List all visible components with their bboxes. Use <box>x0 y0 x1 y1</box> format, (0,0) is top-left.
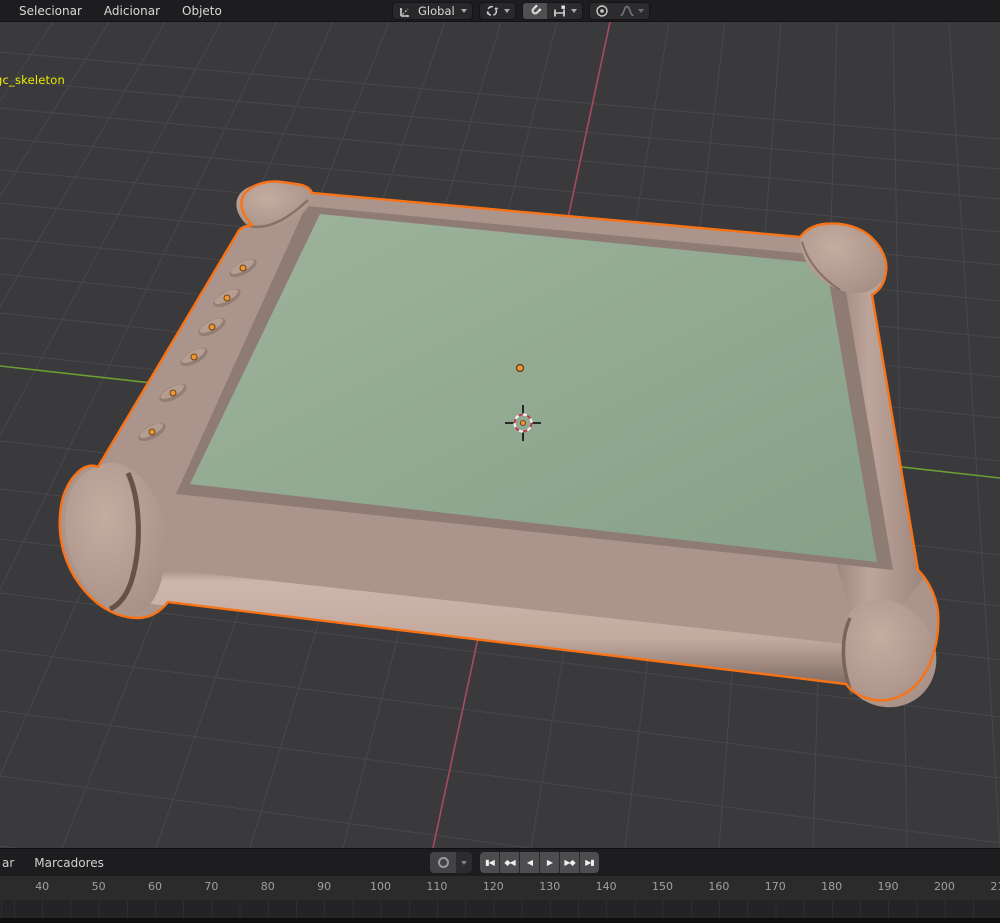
timeline-header: ar Marcadores ▮◀ ◆◀ ◀ ▶ ▶◆ ▶▮ <box>0 848 1000 876</box>
snapping-group <box>521 2 583 20</box>
active-object-label: gc_skeleton <box>0 73 65 87</box>
play-button[interactable]: ▶ <box>540 852 559 873</box>
record-circle-icon <box>437 857 449 868</box>
playback-button-group: ▮◀ ◆◀ ◀ ▶ ▶◆ ▶▮ <box>480 852 599 873</box>
magnet-icon <box>531 4 542 15</box>
viewport-menus: Selecionar Adicionar Objeto <box>0 2 231 20</box>
ruler-tick: 150 <box>651 880 673 893</box>
chevron-down-icon <box>460 9 467 13</box>
falloff-curve-icon <box>619 5 634 17</box>
pivot-point-dropdown[interactable] <box>478 2 516 20</box>
ruler-tick: 190 <box>877 880 899 893</box>
3d-viewport[interactable]: gc_skeleton <box>0 22 1000 848</box>
next-keyframe-button[interactable]: ▶◆ <box>560 852 579 873</box>
ruler-tick: 180 <box>821 880 843 893</box>
ruler-tick: 210 <box>990 880 1000 893</box>
jump-to-end-button[interactable]: ▶▮ <box>580 852 599 873</box>
ruler-tick: 110 <box>426 880 448 893</box>
ruler-tick: 170 <box>764 880 786 893</box>
ruler-tick-row: 40 50 60 70 80 90 100 110 120 130 140 15… <box>14 880 1000 893</box>
chevron-down-icon <box>637 9 644 13</box>
auto-keying-toggle[interactable] <box>430 852 456 873</box>
auto-keying-dropdown[interactable] <box>456 860 472 865</box>
ruler-tick: 200 <box>933 880 955 893</box>
chevron-down-icon <box>570 9 577 13</box>
snap-with-icon <box>553 5 565 17</box>
timeline-bottom-edge <box>0 918 1000 923</box>
proportional-editing-group <box>588 2 650 20</box>
timeline-menu-markers[interactable]: Marcadores <box>24 854 114 872</box>
ruler-tick: 120 <box>482 880 504 893</box>
menu-object[interactable]: Objeto <box>173 2 231 20</box>
ruler-tick: 50 <box>91 880 106 893</box>
jump-to-start-button[interactable]: ▮◀ <box>480 852 499 873</box>
orientation-label: Global <box>418 4 455 18</box>
ruler-tick: 90 <box>317 880 332 893</box>
proportional-editing-icon <box>595 5 608 17</box>
ruler-tick: 160 <box>708 880 730 893</box>
ruler-tick: 140 <box>595 880 617 893</box>
ruler-tick: 100 <box>370 880 392 893</box>
ruler-tick: 130 <box>539 880 561 893</box>
transform-orientation-dropdown[interactable]: Global <box>392 2 473 20</box>
timeline-menu-partial[interactable]: ar <box>2 856 14 870</box>
pivot-point-icon <box>486 5 499 17</box>
previous-keyframe-button[interactable]: ◆◀ <box>500 852 519 873</box>
snap-with-dropdown[interactable] <box>547 3 582 19</box>
ruler-tick: 70 <box>204 880 219 893</box>
play-reverse-button[interactable]: ◀ <box>520 852 539 873</box>
ruler-tick: 40 <box>35 880 50 893</box>
proportional-editing-toggle[interactable] <box>590 3 614 19</box>
chevron-down-icon <box>503 9 510 13</box>
falloff-curve-dropdown[interactable] <box>614 3 649 19</box>
object-origin-dot <box>515 363 525 373</box>
ruler-tick: 60 <box>147 880 162 893</box>
playback-controls: ▮◀ ◆◀ ◀ ▶ ▶◆ ▶▮ <box>430 852 599 873</box>
auto-keying-group <box>430 852 472 873</box>
frame-ruler[interactable]: 40 50 60 70 80 90 100 110 120 130 140 15… <box>0 876 1000 900</box>
chevron-down-icon <box>461 860 467 865</box>
header-bar: Selecionar Adicionar Objeto Global <box>0 0 1000 22</box>
menu-add[interactable]: Adicionar <box>95 2 169 20</box>
ruler-tick: 80 <box>260 880 275 893</box>
timeline-channel-area[interactable] <box>0 900 1000 918</box>
snap-toggle-button[interactable] <box>522 3 547 19</box>
menu-select[interactable]: Selecionar <box>10 2 91 20</box>
orientation-axes-icon <box>399 8 409 18</box>
